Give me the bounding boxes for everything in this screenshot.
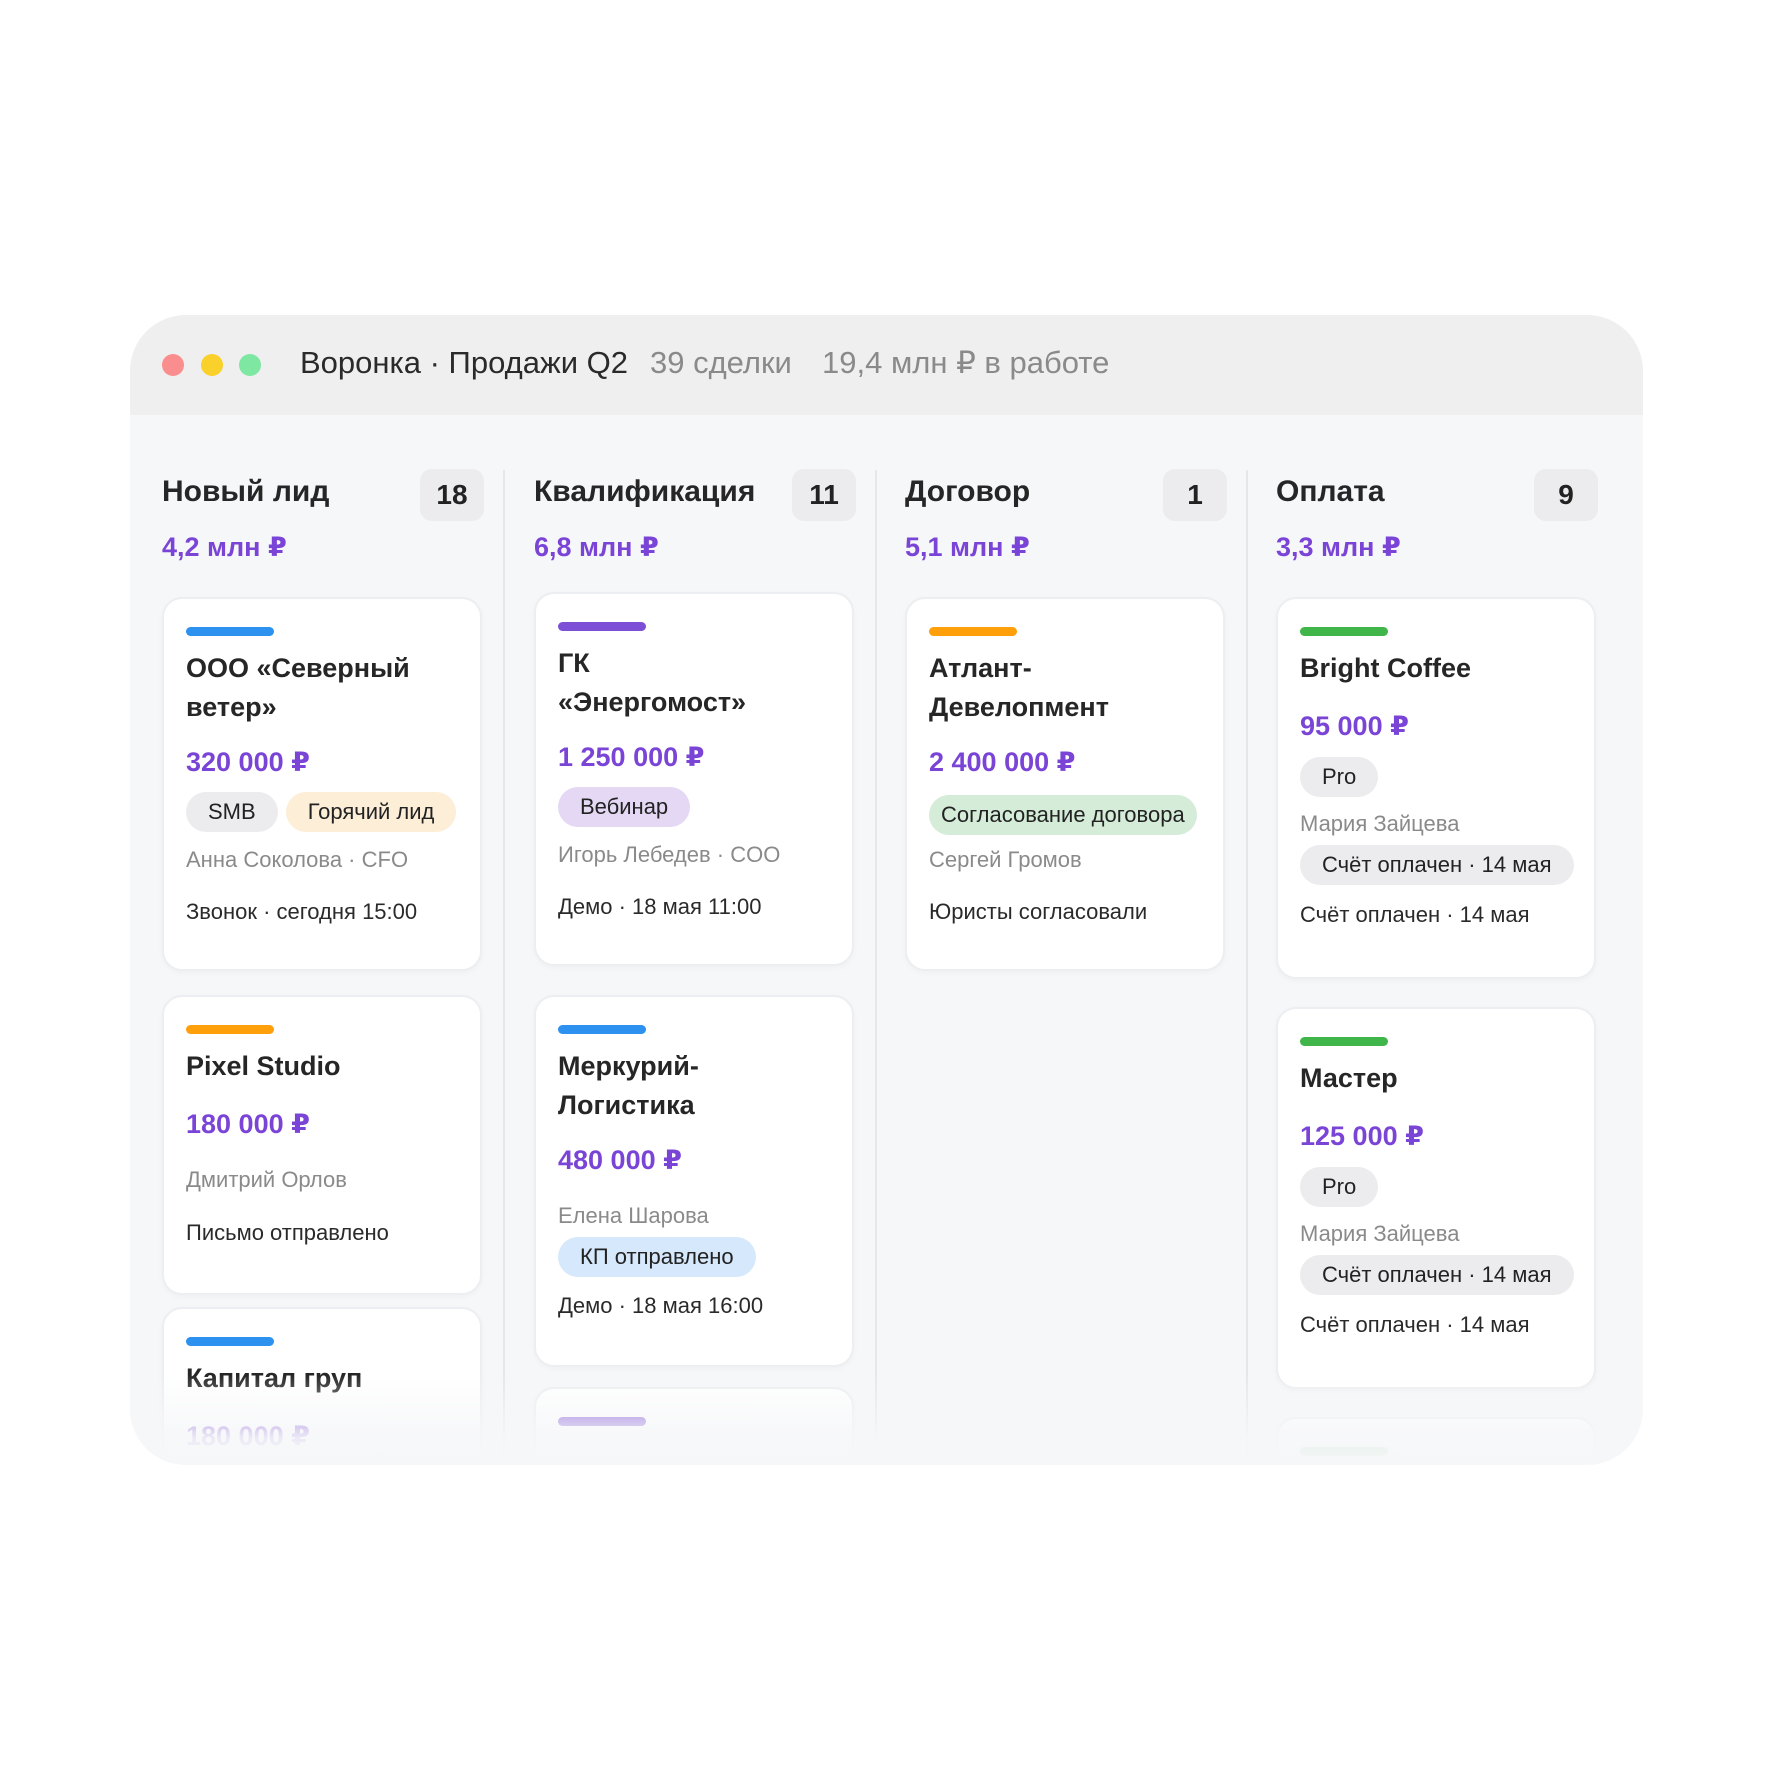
deal-name: ГК «Энергомост» bbox=[558, 648, 747, 717]
priority-bar bbox=[1300, 627, 1388, 636]
tag-list: Согласование договора bbox=[929, 795, 1197, 835]
deal-card[interactable] bbox=[1276, 1417, 1596, 1465]
next-action: Письмо отправлено bbox=[186, 1220, 389, 1245]
priority-bar bbox=[186, 627, 274, 636]
deal-card[interactable]: ГК «Энергомост» 1 250 000 ₽ Вебинар Игорь… bbox=[534, 592, 854, 966]
contact-person: Сергей Громов bbox=[929, 847, 1082, 872]
close-window-button[interactable] bbox=[162, 354, 184, 376]
status-badge: Счёт оплачен · 14 мая bbox=[1300, 845, 1574, 885]
contact-person: Анна Соколова · CFO bbox=[186, 847, 409, 872]
deal-amount: 125 000 ₽ bbox=[1300, 1121, 1424, 1151]
deal-card[interactable]: Bright Coffee 95 000 ₽ Pro Мария Зайцева… bbox=[1276, 597, 1596, 979]
deal-amount: 1 250 000 ₽ bbox=[558, 742, 705, 772]
contact-person: Мария Зайцева bbox=[1300, 811, 1460, 836]
tag-kp-sent[interactable]: КП отправлено bbox=[558, 1237, 756, 1277]
column-title: Квалификация bbox=[534, 475, 756, 508]
priority-bar bbox=[186, 1337, 274, 1346]
priority-bar bbox=[186, 1025, 274, 1034]
column-header: Договор 1 bbox=[903, 463, 1227, 523]
column-title: Новый лид bbox=[162, 475, 330, 508]
status-list: Счёт оплачен · 14 мая bbox=[1300, 1255, 1574, 1295]
window-title: Воронка · Продажи Q2 bbox=[300, 345, 628, 380]
deal-card[interactable] bbox=[534, 1387, 854, 1465]
contact-person: Елена Шарова bbox=[558, 1203, 709, 1228]
crm-window: Воронка · Продажи Q2 39 сделки 19,4 млн … bbox=[130, 315, 1643, 1465]
next-action: Демо · 18 мая 16:00 bbox=[558, 1293, 764, 1318]
column-sum: 6,8 млн ₽ bbox=[534, 532, 659, 562]
deal-amount: 2 400 000 ₽ bbox=[929, 747, 1076, 777]
contact-person: Игорь Лебедев · COO bbox=[558, 842, 781, 867]
column-new-lead: Новый лид 18 4,2 млн ₽ ООО «Северный вете… bbox=[160, 415, 484, 1465]
deal-card[interactable]: Капитал груп 180 000 ₽ bbox=[162, 1307, 482, 1465]
next-action: Демо · 18 мая 11:00 bbox=[558, 894, 762, 919]
deal-name: ООО «Северный ветер» bbox=[186, 653, 410, 722]
kanban-board: Новый лид 18 4,2 млн ₽ ООО «Северный вете… bbox=[130, 415, 1643, 1465]
title-bar: Воронка · Продажи Q2 39 сделки 19,4 млн … bbox=[130, 315, 1643, 415]
tag-contract-approval[interactable]: Согласование договора bbox=[929, 795, 1197, 835]
tag-smb[interactable]: SMB bbox=[186, 792, 278, 832]
next-action: Счёт оплачен · 14 мая bbox=[1300, 1312, 1530, 1337]
column-header: Оплата 9 bbox=[1274, 463, 1598, 523]
deal-card[interactable]: ООО «Северный ветер» 320 000 ₽ SMB Горячи… bbox=[162, 597, 482, 971]
column-divider bbox=[875, 470, 877, 1465]
deal-amount: 180 000 ₽ bbox=[186, 1109, 310, 1139]
tag-list: КП отправлено bbox=[558, 1237, 756, 1277]
deal-amount: 95 000 ₽ bbox=[1300, 711, 1409, 741]
minimize-window-button[interactable] bbox=[201, 354, 223, 376]
deal-name: Атлант- Девелопмент bbox=[929, 653, 1109, 722]
next-action: Юристы согласовали bbox=[929, 899, 1148, 924]
column-sum: 5,1 млн ₽ bbox=[905, 532, 1030, 562]
priority-bar bbox=[929, 627, 1017, 636]
status-list: Счёт оплачен · 14 мая bbox=[1300, 845, 1574, 885]
deal-name: Капитал груп bbox=[186, 1363, 363, 1393]
deal-amount: 480 000 ₽ bbox=[558, 1145, 682, 1175]
column-count-badge: 9 bbox=[1534, 469, 1598, 521]
deal-name: Pixel Studio bbox=[186, 1051, 341, 1081]
column-count-badge: 11 bbox=[792, 469, 856, 521]
column-title: Оплата bbox=[1276, 475, 1385, 508]
tag-list: SMB Горячий лид bbox=[186, 792, 457, 832]
priority-bar bbox=[1300, 1447, 1388, 1456]
deals-count: 39 сделки bbox=[650, 345, 792, 380]
column-sum: 4,2 млн ₽ bbox=[162, 532, 287, 562]
status-badge: Счёт оплачен · 14 мая bbox=[1300, 1255, 1574, 1295]
deal-name: Меркурий- Логистика bbox=[558, 1051, 699, 1120]
column-qualification: Квалификация 11 6,8 млн ₽ ГК «Энергомост»… bbox=[532, 415, 856, 1465]
tag-list: Вебинар bbox=[558, 787, 691, 827]
deal-amount: 320 000 ₽ bbox=[186, 747, 310, 777]
deal-name: Мастер bbox=[1300, 1063, 1398, 1093]
column-title: Договор bbox=[905, 475, 1031, 508]
deal-card[interactable]: Мастер 125 000 ₽ Pro Мария Зайцева Счёт … bbox=[1276, 1007, 1596, 1389]
tag-hot-lead[interactable]: Горячий лид bbox=[285, 792, 457, 832]
next-action: Звонок · сегодня 15:00 bbox=[186, 899, 418, 924]
deal-amount: 180 000 ₽ bbox=[186, 1421, 310, 1451]
maximize-window-button[interactable] bbox=[239, 354, 261, 376]
column-count-badge: 1 bbox=[1163, 469, 1227, 521]
column-header: Новый лид 18 bbox=[160, 463, 484, 523]
priority-bar bbox=[558, 1417, 646, 1426]
deal-name: Bright Coffee bbox=[1300, 653, 1471, 683]
priority-bar bbox=[558, 1025, 646, 1034]
column-contract: Договор 1 5,1 млн ₽ Атлант- Девелопмент 2… bbox=[903, 415, 1227, 1465]
tag-webinar[interactable]: Вебинар bbox=[558, 787, 691, 827]
priority-bar bbox=[558, 622, 646, 631]
tag-pro[interactable]: Pro bbox=[1300, 1167, 1379, 1207]
column-divider bbox=[1246, 470, 1248, 1465]
tag-pro[interactable]: Pro bbox=[1300, 757, 1379, 797]
column-sum: 3,3 млн ₽ bbox=[1276, 532, 1401, 562]
column-count-badge: 18 bbox=[420, 469, 484, 521]
contact-person: Дмитрий Орлов bbox=[186, 1167, 347, 1192]
contact-person: Мария Зайцева bbox=[1300, 1221, 1460, 1246]
deal-card[interactable]: Меркурий- Логистика 480 000 ₽ Елена Шаров… bbox=[534, 995, 854, 1367]
next-action: Счёт оплачен · 14 мая bbox=[1300, 902, 1530, 927]
deal-card[interactable]: Атлант- Девелопмент 2 400 000 ₽ Согласова… bbox=[905, 597, 1225, 971]
column-header: Квалификация 11 bbox=[532, 463, 856, 523]
tag-list: Pro bbox=[1300, 1167, 1379, 1207]
column-payment: Оплата 9 3,3 млн ₽ Bright Coffee 95 000 … bbox=[1274, 415, 1598, 1465]
tag-list: Pro bbox=[1300, 757, 1379, 797]
priority-bar bbox=[1300, 1037, 1388, 1046]
column-divider bbox=[503, 470, 505, 1465]
deal-card[interactable]: Pixel Studio 180 000 ₽ Дмитрий Орлов Пис… bbox=[162, 995, 482, 1295]
total-in-work: 19,4 млн ₽ в работе bbox=[822, 345, 1110, 380]
